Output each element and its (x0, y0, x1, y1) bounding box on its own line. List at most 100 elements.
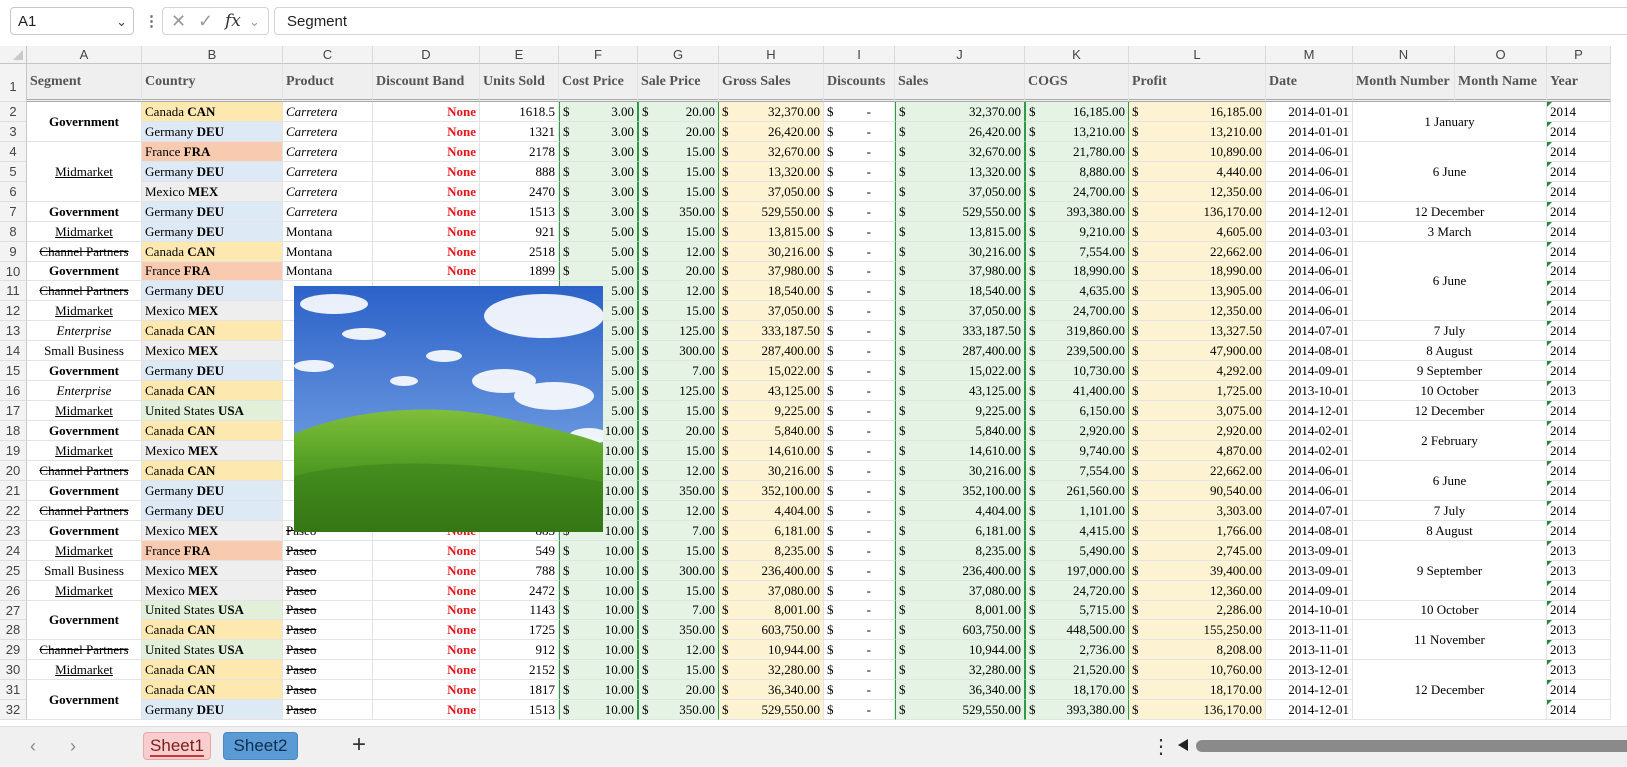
horizontal-scrollbar[interactable] (1196, 740, 1627, 752)
discounts-cell[interactable]: $ - (824, 620, 895, 640)
discount-band-cell[interactable]: None (373, 581, 480, 601)
date-cell[interactable]: 2013-11-01 (1266, 620, 1353, 640)
column-header-h[interactable]: H (719, 46, 824, 64)
row-header[interactable]: 12 (0, 301, 27, 321)
header-cell[interactable]: Month Name (1455, 64, 1547, 102)
discounts-cell[interactable]: $ - (824, 301, 895, 321)
sales-cell[interactable]: $37,050.00 (895, 182, 1025, 202)
year-cell[interactable]: 2013 (1547, 660, 1611, 680)
cogs-cell[interactable]: $21,520.00 (1025, 660, 1129, 680)
product-cell[interactable]: Paseo (283, 541, 373, 561)
column-header-p[interactable]: P (1547, 46, 1611, 64)
year-cell[interactable]: 2014 (1547, 222, 1611, 242)
year-cell[interactable]: 2013 (1547, 620, 1611, 640)
cogs-cell[interactable]: $18,990.00 (1025, 262, 1129, 281)
cogs-cell[interactable]: $9,740.00 (1025, 441, 1129, 461)
profit-cell[interactable]: $16,185.00 (1129, 102, 1266, 122)
profit-cell[interactable]: $3,303.00 (1129, 501, 1266, 521)
product-cell[interactable]: Montana (283, 262, 373, 281)
cost-price-cell[interactable]: $3.00 (559, 182, 638, 202)
sales-cell[interactable]: $32,280.00 (895, 660, 1025, 680)
month-cell[interactable]: 1 January (1353, 102, 1547, 142)
profit-cell[interactable]: $22,662.00 (1129, 461, 1266, 481)
discounts-cell[interactable]: $ - (824, 262, 895, 281)
sale-price-cell[interactable]: $15.00 (638, 162, 719, 182)
profit-cell[interactable]: $4,440.00 (1129, 162, 1266, 182)
profit-cell[interactable]: $3,075.00 (1129, 401, 1266, 421)
sales-cell[interactable]: $4,404.00 (895, 501, 1025, 521)
gross-sales-cell[interactable]: $32,280.00 (719, 660, 824, 680)
row-header[interactable]: 16 (0, 381, 27, 401)
row-header[interactable]: 9 (0, 242, 27, 262)
product-cell[interactable]: Carretera (283, 122, 373, 142)
month-cell[interactable]: 8 August (1353, 341, 1547, 361)
sale-price-cell[interactable]: $12.00 (638, 242, 719, 262)
discount-band-cell[interactable]: None (373, 262, 480, 281)
units-sold-cell[interactable]: 1725 (480, 620, 559, 640)
header-cell[interactable]: Cost Price (559, 64, 638, 102)
discounts-cell[interactable]: $ - (824, 401, 895, 421)
sale-price-cell[interactable]: $15.00 (638, 441, 719, 461)
units-sold-cell[interactable]: 549 (480, 541, 559, 561)
month-cell[interactable]: 11 November (1353, 620, 1547, 660)
segment-cell[interactable]: Midmarket (27, 401, 142, 421)
sale-price-cell[interactable]: $15.00 (638, 301, 719, 321)
year-cell[interactable]: 2014 (1547, 521, 1611, 541)
row-header[interactable]: 26 (0, 581, 27, 601)
cogs-cell[interactable]: $13,210.00 (1025, 122, 1129, 142)
sale-price-cell[interactable]: $12.00 (638, 501, 719, 521)
date-cell[interactable]: 2014-12-01 (1266, 401, 1353, 421)
date-cell[interactable]: 2014-10-01 (1266, 601, 1353, 620)
month-cell[interactable]: 12 December (1353, 401, 1547, 421)
units-sold-cell[interactable]: 1899 (480, 262, 559, 281)
date-cell[interactable]: 2014-12-01 (1266, 202, 1353, 222)
profit-cell[interactable]: $4,870.00 (1129, 441, 1266, 461)
date-cell[interactable]: 2014-01-01 (1266, 122, 1353, 142)
sale-price-cell[interactable]: $300.00 (638, 341, 719, 361)
gross-sales-cell[interactable]: $18,540.00 (719, 281, 824, 301)
cogs-cell[interactable]: $4,415.00 (1025, 521, 1129, 541)
gross-sales-cell[interactable]: $36,340.00 (719, 680, 824, 700)
row-header[interactable]: 19 (0, 441, 27, 461)
units-sold-cell[interactable]: 2152 (480, 660, 559, 680)
cogs-cell[interactable]: $41,400.00 (1025, 381, 1129, 401)
cogs-cell[interactable]: $319,860.00 (1025, 321, 1129, 341)
month-cell[interactable]: 9 September (1353, 361, 1547, 381)
row-header[interactable]: 27 (0, 601, 27, 620)
cogs-cell[interactable]: $24,700.00 (1025, 182, 1129, 202)
sale-price-cell[interactable]: $12.00 (638, 281, 719, 301)
product-cell[interactable]: Paseo (283, 660, 373, 680)
cogs-cell[interactable]: $197,000.00 (1025, 561, 1129, 581)
month-cell[interactable]: 7 July (1353, 501, 1547, 521)
date-cell[interactable]: 2014-02-01 (1266, 441, 1353, 461)
column-header-n[interactable]: N (1353, 46, 1455, 64)
date-cell[interactable]: 2014-06-01 (1266, 162, 1353, 182)
more-options-icon[interactable]: ⋮ (1151, 734, 1171, 759)
year-cell[interactable]: 2014 (1547, 581, 1611, 601)
year-cell[interactable]: 2014 (1547, 321, 1611, 341)
profit-cell[interactable]: $12,350.00 (1129, 182, 1266, 202)
product-cell[interactable]: Carretera (283, 202, 373, 222)
segment-cell[interactable]: Government (27, 481, 142, 501)
sale-price-cell[interactable]: $20.00 (638, 680, 719, 700)
profit-cell[interactable]: $12,350.00 (1129, 301, 1266, 321)
discount-band-cell[interactable]: None (373, 561, 480, 581)
cost-price-cell[interactable]: $5.00 (559, 242, 638, 262)
sales-cell[interactable]: $5,840.00 (895, 421, 1025, 441)
country-cell[interactable]: Mexico MEX (142, 441, 283, 461)
column-header-c[interactable]: C (283, 46, 373, 64)
country-cell[interactable]: United States USA (142, 640, 283, 660)
country-cell[interactable]: United States USA (142, 401, 283, 421)
segment-cell[interactable]: Enterprise (27, 321, 142, 341)
month-cell[interactable]: 12 December (1353, 660, 1547, 720)
country-cell[interactable]: Germany DEU (142, 481, 283, 501)
sales-cell[interactable]: $32,670.00 (895, 142, 1025, 162)
product-cell[interactable]: Carretera (283, 102, 373, 122)
country-cell[interactable]: Germany DEU (142, 700, 283, 720)
month-cell[interactable]: 6 June (1353, 142, 1547, 202)
sale-price-cell[interactable]: $15.00 (638, 660, 719, 680)
month-cell[interactable]: 10 October (1353, 601, 1547, 620)
sales-cell[interactable]: $18,540.00 (895, 281, 1025, 301)
country-cell[interactable]: Mexico MEX (142, 581, 283, 601)
segment-cell[interactable]: Enterprise (27, 381, 142, 401)
